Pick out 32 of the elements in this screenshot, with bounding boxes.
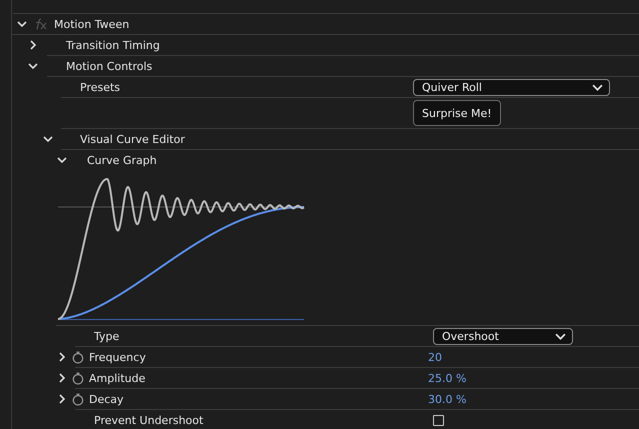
property-label: Amplitude [89,372,146,384]
caret-icon [592,82,603,92]
chevron-icon[interactable] [28,61,38,71]
property-label: Prevent Undershoot [93,414,204,426]
property-value[interactable]: 30.0 % [428,392,466,406]
effect-name: Motion Tween [54,18,130,30]
chevron-icon[interactable] [57,394,67,404]
property-label: Decay [89,392,125,406]
section-label: Transition Timing [66,38,160,52]
property-value[interactable]: 25.0 % [428,372,466,384]
chevron-icon[interactable] [17,19,27,29]
property-label: Type [93,330,120,342]
fx-icon [33,18,47,30]
property-label: Frequency [89,350,147,364]
stopwatch-icon[interactable] [72,372,84,384]
surprise-button[interactable]: Surprise Me! [413,100,501,126]
chevron-icon[interactable] [28,40,38,50]
presets-dropdown[interactable]: Quiver Roll [413,78,610,96]
property-value[interactable]: 20 [428,350,442,364]
chevron-icon[interactable] [43,134,53,144]
stopwatch-icon[interactable] [72,350,84,364]
group-label: Visual Curve Editor [80,132,185,146]
property-label: Presets [80,80,122,94]
caret-icon [555,330,566,342]
chevron-icon[interactable] [57,373,67,383]
type-dropdown[interactable]: Overshoot [433,328,573,344]
stopwatch-icon[interactable] [72,392,84,406]
chevron-icon[interactable] [57,352,67,362]
section-label: Motion Controls [66,60,152,72]
checkbox[interactable] [433,414,444,426]
group-label: Curve Graph [87,154,157,166]
chevron-icon[interactable] [57,155,67,165]
